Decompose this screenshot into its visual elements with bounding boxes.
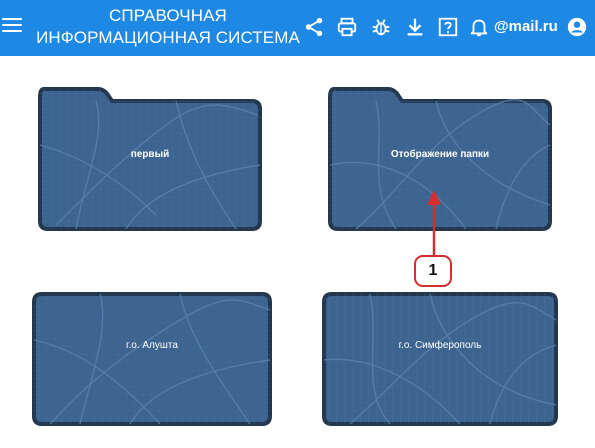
annotation-badge: 1 (414, 255, 452, 287)
annotation-arrow (427, 190, 441, 255)
